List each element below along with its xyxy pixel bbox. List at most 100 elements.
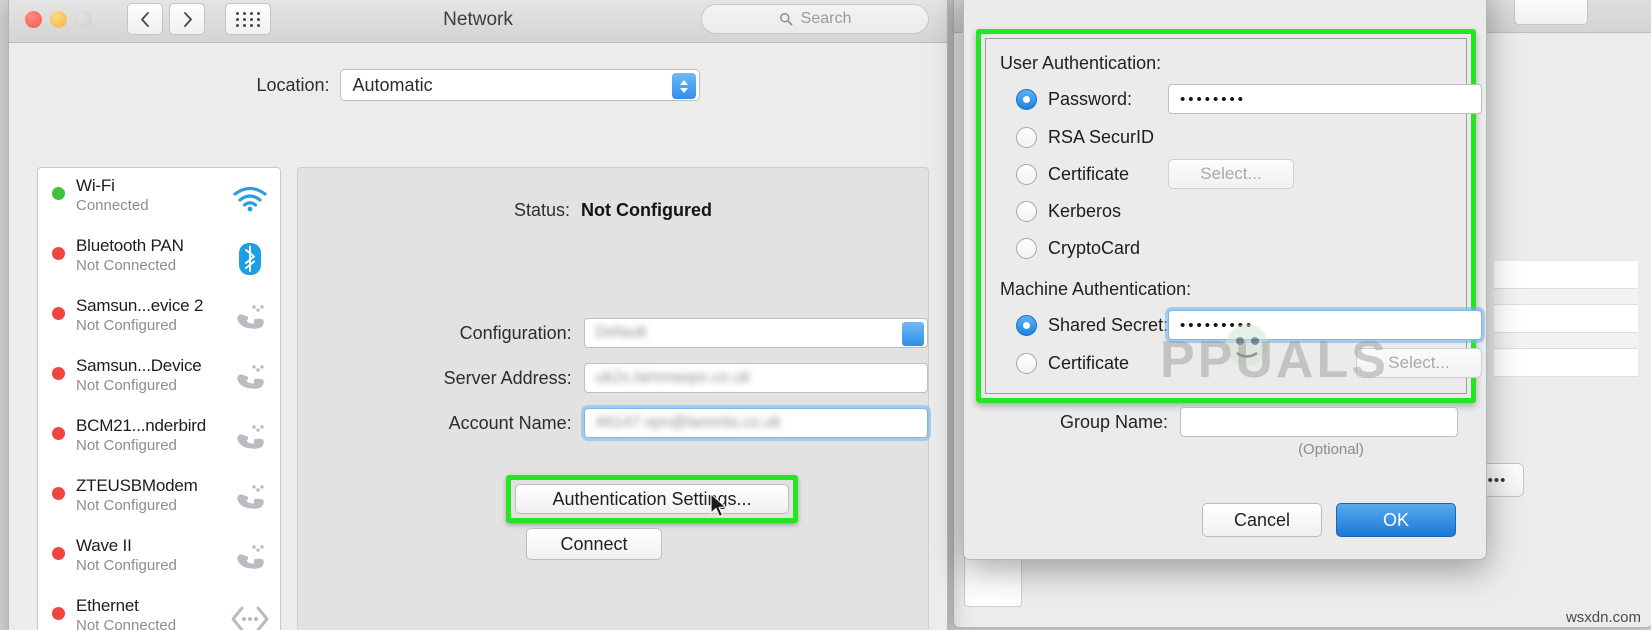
location-select[interactable]: Automatic bbox=[339, 69, 700, 101]
radio-row-user-certificate[interactable]: Certificate Select... bbox=[1016, 156, 1466, 192]
wifi-icon bbox=[230, 180, 270, 218]
list-item[interactable]: Samsun...evice 2 Not Configured bbox=[38, 288, 280, 348]
radio-row-cryptocard[interactable]: CryptoCard bbox=[1016, 230, 1466, 266]
modem-icon bbox=[230, 360, 270, 398]
location-stepper-icon[interactable] bbox=[671, 73, 696, 99]
radio-rsa-securid[interactable] bbox=[1016, 126, 1037, 148]
list-item[interactable]: Bluetooth PAN Not Connected bbox=[38, 228, 280, 288]
status-dot bbox=[52, 547, 65, 560]
background-row[interactable] bbox=[1494, 305, 1638, 333]
list-item[interactable]: BCM21...nderbird Not Configured bbox=[38, 408, 280, 468]
shared-secret-value: ••••••••• bbox=[1180, 316, 1255, 334]
window-content: Location: Automatic Wi-Fi Connected Blue… bbox=[9, 43, 947, 630]
radio-machine-certificate[interactable] bbox=[1016, 352, 1037, 374]
radio-label-rsa-securid: RSA SecurID bbox=[1048, 126, 1155, 147]
screenshot-root: Network 2 e rd n ••• bbox=[0, 0, 1651, 630]
auth-options-panel: User Authentication: Password: •••••••• … bbox=[985, 38, 1482, 394]
location-value: Automatic bbox=[352, 74, 433, 95]
radio-user-certificate[interactable] bbox=[1016, 163, 1037, 185]
user-certificate-select-button[interactable]: Select... bbox=[1168, 159, 1294, 189]
shared-secret-input[interactable]: ••••••••• bbox=[1168, 310, 1482, 340]
site-watermark: wsxdn.com bbox=[1565, 609, 1641, 626]
cancel-button[interactable]: Cancel bbox=[1202, 503, 1322, 537]
account-name-input[interactable]: 46147.vpn@lammla.co.uk bbox=[583, 408, 928, 438]
location-row: Location: Automatic bbox=[9, 69, 947, 101]
password-input[interactable]: •••••••• bbox=[1168, 84, 1482, 114]
status-badge: Not Configured bbox=[581, 200, 713, 220]
status-dot bbox=[52, 367, 65, 380]
authentication-settings-highlight: Authentication Settings... bbox=[506, 475, 798, 523]
server-address-row: Server Address: uk2s.lammavpn.co.uk bbox=[298, 363, 928, 393]
radio-label-password: Password: bbox=[1048, 88, 1133, 109]
radio-shared-secret[interactable] bbox=[1016, 314, 1037, 336]
account-name-value: 46147.vpn@lammla.co.uk bbox=[595, 414, 781, 431]
connect-button[interactable]: Connect bbox=[526, 528, 662, 560]
radio-label-kerberos: Kerberos bbox=[1048, 200, 1122, 221]
user-authentication-title: User Authentication: bbox=[1000, 53, 1162, 73]
radio-row-machine-certificate[interactable]: Certificate Select... bbox=[1016, 345, 1482, 381]
search-input[interactable]: Search bbox=[701, 4, 929, 34]
status-dot bbox=[52, 247, 65, 260]
machine-certificate-select-button[interactable]: Select... bbox=[1356, 348, 1482, 378]
network-window[interactable]: Network Search Location: Automatic Wi-Fi… bbox=[8, 0, 948, 630]
radio-label-shared-secret: Shared Secret: bbox=[1048, 314, 1169, 335]
modem-icon bbox=[230, 420, 270, 458]
server-address-label: Server Address: bbox=[443, 367, 572, 388]
list-item[interactable]: Wi-Fi Connected bbox=[38, 168, 280, 228]
background-row[interactable] bbox=[1494, 349, 1638, 377]
radio-password[interactable] bbox=[1016, 88, 1037, 110]
configuration-value: Default bbox=[595, 324, 647, 341]
server-address-input[interactable]: uk2s.lammavpn.co.uk bbox=[583, 363, 928, 393]
group-name-label: Group Name: bbox=[1059, 411, 1168, 432]
list-item[interactable]: Ethernet Not Connected bbox=[38, 588, 280, 630]
list-item[interactable]: Wave II Not Configured bbox=[38, 528, 280, 588]
radio-label-user-certificate: Certificate bbox=[1048, 163, 1130, 184]
configuration-label: Configuration: bbox=[459, 322, 572, 343]
radio-label-machine-certificate: Certificate bbox=[1048, 352, 1130, 373]
location-label: Location: bbox=[256, 74, 330, 95]
configuration-select[interactable]: Default bbox=[583, 318, 928, 348]
account-name-label: Account Name: bbox=[448, 412, 572, 433]
sheet-button-row: Cancel OK bbox=[1202, 503, 1456, 537]
auth-options-highlight: User Authentication: Password: •••••••• … bbox=[976, 29, 1482, 403]
status-row: Status: Not Configured bbox=[298, 200, 928, 221]
background-row[interactable] bbox=[1494, 261, 1638, 289]
chevron-down-icon[interactable] bbox=[902, 322, 924, 346]
modem-icon bbox=[230, 480, 270, 518]
password-value: •••••••• bbox=[1180, 90, 1247, 108]
background-row[interactable] bbox=[1494, 289, 1638, 305]
network-service-list[interactable]: Wi-Fi Connected Bluetooth PAN Not Connec… bbox=[37, 167, 281, 630]
radio-cryptocard[interactable] bbox=[1016, 237, 1037, 259]
list-item[interactable]: Samsun...Device Not Configured bbox=[38, 348, 280, 408]
radio-row-shared-secret[interactable]: Shared Secret: ••••••••• bbox=[1016, 307, 1482, 343]
status-dot bbox=[52, 487, 65, 500]
account-name-row: Account Name: 46147.vpn@lammla.co.uk bbox=[298, 408, 928, 438]
authentication-settings-sheet[interactable]: User Authentication: Password: •••••••• … bbox=[963, 0, 1487, 560]
status-label: Status: bbox=[513, 200, 571, 220]
modem-icon bbox=[230, 300, 270, 338]
radio-label-cryptocard: CryptoCard bbox=[1048, 237, 1141, 258]
list-item[interactable]: ZTEUSBModem Not Configured bbox=[38, 468, 280, 528]
status-dot bbox=[52, 187, 65, 200]
radio-kerberos[interactable] bbox=[1016, 200, 1037, 222]
status-dot bbox=[52, 427, 65, 440]
status-dot bbox=[52, 307, 65, 320]
modem-icon bbox=[230, 540, 270, 578]
group-name-row: Group Name: bbox=[964, 407, 1486, 437]
group-name-hint: (Optional) bbox=[1298, 441, 1364, 458]
machine-authentication-title: Machine Authentication: bbox=[1000, 279, 1192, 299]
configuration-row: Configuration: Default bbox=[298, 318, 928, 348]
server-address-value: uk2s.lammavpn.co.uk bbox=[595, 369, 751, 386]
authentication-settings-button[interactable]: Authentication Settings... bbox=[515, 484, 789, 514]
mouse-cursor-icon bbox=[710, 493, 727, 518]
group-name-input[interactable] bbox=[1180, 407, 1458, 437]
radio-row-password[interactable]: Password: •••••••• bbox=[1016, 81, 1482, 117]
background-row-list[interactable] bbox=[1494, 261, 1638, 377]
radio-row-kerberos[interactable]: Kerberos bbox=[1016, 193, 1466, 229]
search-icon bbox=[779, 13, 793, 26]
bluetooth-icon bbox=[230, 240, 270, 278]
ok-button[interactable]: OK bbox=[1336, 503, 1456, 537]
service-detail-pane: Status: Not Configured Configuration: De… bbox=[297, 167, 929, 630]
radio-row-rsa-securid[interactable]: RSA SecurID bbox=[1016, 119, 1466, 155]
background-row[interactable] bbox=[1494, 333, 1638, 349]
